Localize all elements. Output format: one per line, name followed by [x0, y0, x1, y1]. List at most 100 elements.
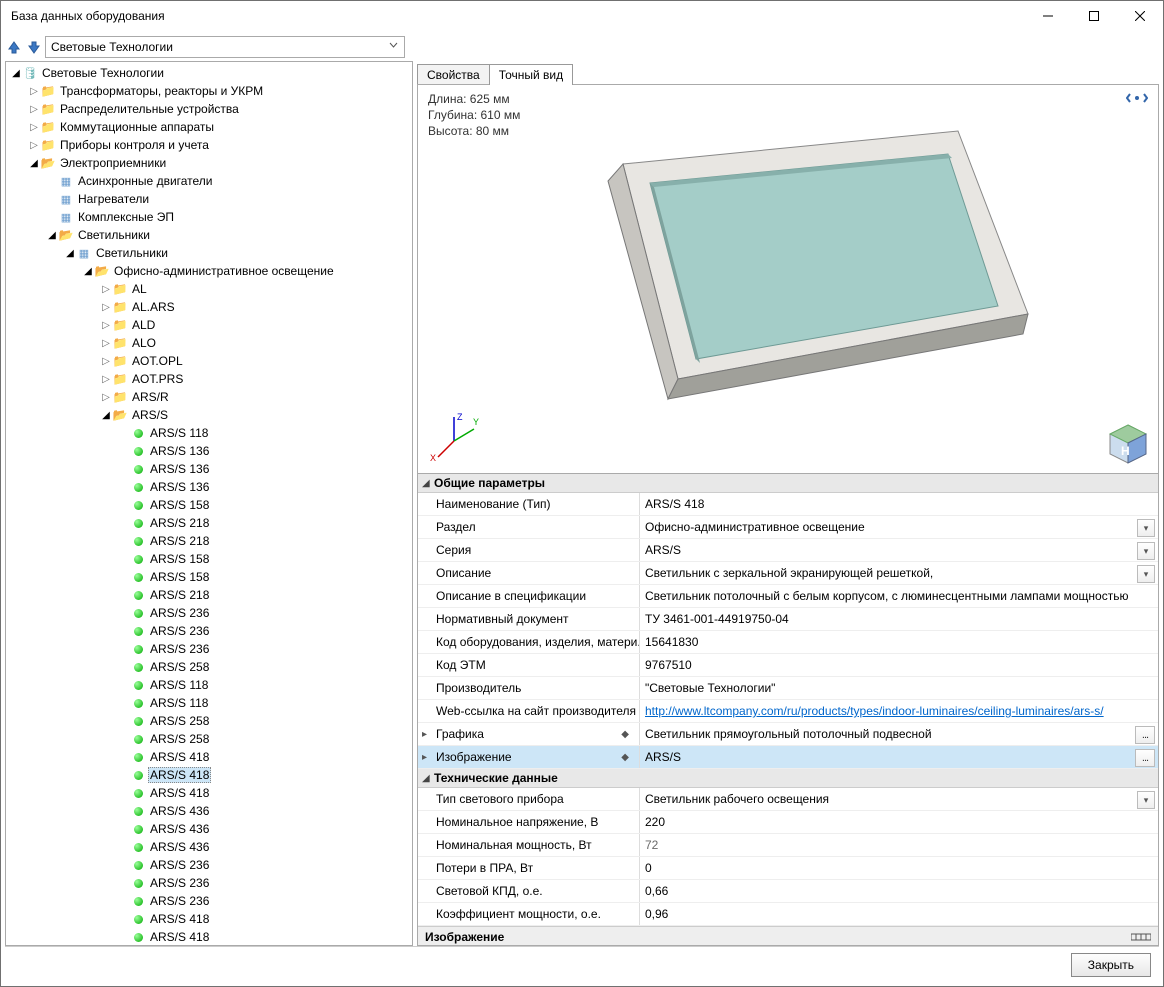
expand-icon[interactable]: ▷ [28, 140, 40, 151]
prop-val[interactable]: ТУ 3461-001-44919750-04 [640, 608, 1158, 630]
tree-folder-ep[interactable]: ◢📂Электроприемники [8, 154, 412, 172]
tree-series[interactable]: ▷📁AL.ARS [8, 298, 412, 316]
prop-row-norm[interactable]: Нормативный документ ТУ 3461-001-4491975… [418, 608, 1158, 631]
prop-val[interactable]: http://www.ltcompany.com/ru/products/typ… [640, 700, 1158, 722]
prop-row-power[interactable]: Номинальная мощность, Вт 72 [418, 834, 1158, 857]
prop-val[interactable]: Светильник прямоугольный потолочный подв… [640, 723, 1158, 745]
expand-icon[interactable]: ▸ [422, 729, 432, 740]
dropdown-icon[interactable]: ▾ [1137, 791, 1155, 809]
dropdown-icon[interactable]: ▾ [1137, 542, 1155, 560]
tree-item[interactable]: ARS/S 118 [8, 676, 412, 694]
expand-icon[interactable]: ▷ [28, 104, 40, 115]
prop-row-graphic[interactable]: ▸Графика◆ Светильник прямоугольный потол… [418, 723, 1158, 746]
expand-icon[interactable]: ▷ [100, 356, 112, 367]
collapse-icon[interactable]: ◢ [100, 410, 112, 421]
tree-item[interactable]: ARS/S 158 [8, 568, 412, 586]
tree-item[interactable]: ARS/S 218 [8, 586, 412, 604]
tree-item[interactable]: ARS/S 436 [8, 820, 412, 838]
nav-up-button[interactable] [5, 38, 23, 56]
3d-viewer[interactable]: Длина: 625 мм Глубина: 610 мм Высота: 80… [417, 84, 1159, 474]
prop-row-voltage[interactable]: Номинальное напряжение, В 220 [418, 811, 1158, 834]
tree-item[interactable]: ARS/S 258 [8, 730, 412, 748]
tree-series[interactable]: ▷📁AOT.OPL [8, 352, 412, 370]
close-button[interactable] [1117, 1, 1163, 31]
prop-row-spec[interactable]: Описание в спецификации Светильник потол… [418, 585, 1158, 608]
dropdown-icon[interactable]: ▾ [1137, 565, 1155, 583]
prop-row-desc[interactable]: Описание Светильник с зеркальной экранир… [418, 562, 1158, 585]
expand-icon[interactable]: ▷ [28, 122, 40, 133]
tree-item[interactable]: ARS/S 436 [8, 802, 412, 820]
tree-item[interactable]: ARS/S 418 [8, 766, 412, 784]
collapse-icon[interactable]: ◢ [10, 68, 22, 79]
tree-series[interactable]: ▷📁ALO [8, 334, 412, 352]
prop-val[interactable]: 9767510 [640, 654, 1158, 676]
prop-row-etm[interactable]: Код ЭТМ 9767510 [418, 654, 1158, 677]
prop-val[interactable]: Офисно-административное освещение▾ [640, 516, 1158, 538]
tree-table[interactable]: ▦Нагреватели [8, 190, 412, 208]
fit-view-icon[interactable] [1126, 91, 1148, 105]
nav-down-button[interactable] [25, 38, 43, 56]
prop-val[interactable]: 0,96 [640, 903, 1158, 925]
group-tech[interactable]: ◢ Технические данные [418, 769, 1158, 788]
dropdown-icon[interactable]: ▾ [1137, 519, 1155, 537]
prop-row-loss[interactable]: Потери в ПРА, Вт 0 [418, 857, 1158, 880]
collapse-icon[interactable]: ◢ [64, 248, 76, 259]
tree-item[interactable]: ARS/S 136 [8, 442, 412, 460]
tree-item[interactable]: ARS/S 436 [8, 838, 412, 856]
prop-val[interactable]: ARS/S 418 [640, 493, 1158, 515]
tree-item[interactable]: ARS/S 118 [8, 424, 412, 442]
tree-series[interactable]: ▷📁ARS/R [8, 388, 412, 406]
tree-item[interactable]: ARS/S 418 [8, 928, 412, 945]
web-link[interactable]: http://www.ltcompany.com/ru/products/typ… [645, 704, 1104, 718]
tree-series[interactable]: ▷📁ALD [8, 316, 412, 334]
tree-folder[interactable]: ▷📁Коммутационные аппараты [8, 118, 412, 136]
prop-row-light-type[interactable]: Тип светового прибора Светильник рабочег… [418, 788, 1158, 811]
view-cube[interactable]: Н [1106, 421, 1150, 465]
collapse-icon[interactable]: ◢ [46, 230, 58, 241]
tree-folder[interactable]: ▷📁Трансформаторы, реакторы и УКРМ [8, 82, 412, 100]
tree-folder[interactable]: ▷📁Распределительные устройства [8, 100, 412, 118]
expand-icon[interactable]: ▷ [100, 392, 112, 403]
minimize-button[interactable] [1025, 1, 1071, 31]
image-footer-header[interactable]: Изображение [418, 926, 1158, 946]
expand-icon[interactable]: ▸ [422, 752, 432, 763]
tree-item[interactable]: ARS/S 236 [8, 856, 412, 874]
prop-row-series[interactable]: Серия ARS/S▾ [418, 539, 1158, 562]
prop-row-web[interactable]: Web-ссылка на сайт производителя http://… [418, 700, 1158, 723]
prop-row-manufacturer[interactable]: Производитель "Световые Технологии" [418, 677, 1158, 700]
tree-folder-office[interactable]: ◢📂Офисно-административное освещение [8, 262, 412, 280]
tree-item[interactable]: ARS/S 158 [8, 496, 412, 514]
prop-val[interactable]: Светильник с зеркальной экранирующей реш… [640, 562, 1158, 584]
tree-item[interactable]: ARS/S 218 [8, 532, 412, 550]
expand-icon[interactable]: ▷ [100, 374, 112, 385]
tree-item[interactable]: ARS/S 418 [8, 784, 412, 802]
tree-series[interactable]: ▷📁AL [8, 280, 412, 298]
tree-root-db[interactable]: ◢🛢Световые Технологии [8, 64, 412, 82]
prop-row-image[interactable]: ▸Изображение◆ ARS/S... [418, 746, 1158, 769]
tree-item[interactable]: ARS/S 418 [8, 748, 412, 766]
group-general[interactable]: ◢ Общие параметры [418, 474, 1158, 493]
property-grid[interactable]: ◢ Общие параметры Наименование (Тип) ARS… [417, 474, 1159, 946]
tree-item[interactable]: ARS/S 236 [8, 892, 412, 910]
prop-val[interactable]: "Световые Технологии" [640, 677, 1158, 699]
tree-series-open[interactable]: ◢📂ARS/S [8, 406, 412, 424]
prop-val[interactable]: ARS/S... [640, 746, 1158, 768]
tree-scroll[interactable]: ◢🛢Световые Технологии▷📁Трансформаторы, р… [6, 62, 412, 945]
prop-row-name[interactable]: Наименование (Тип) ARS/S 418 [418, 493, 1158, 516]
tree-table-lights[interactable]: ◢▦Светильники [8, 244, 412, 262]
tree-item[interactable]: ARS/S 218 [8, 514, 412, 532]
collapse-icon[interactable]: ◢ [82, 266, 94, 277]
ellipsis-button[interactable]: ... [1135, 749, 1155, 767]
tree-item[interactable]: ARS/S 136 [8, 460, 412, 478]
tree-item[interactable]: ARS/S 158 [8, 550, 412, 568]
tree-item[interactable]: ARS/S 236 [8, 622, 412, 640]
tree-item[interactable]: ARS/S 418 [8, 910, 412, 928]
tree-item[interactable]: ARS/S 136 [8, 478, 412, 496]
prop-val[interactable]: Светильник рабочего освещения▾ [640, 788, 1158, 810]
close-dialog-button[interactable]: Закрыть [1071, 953, 1151, 977]
tab-exact-view[interactable]: Точный вид [489, 64, 573, 85]
tree-folder[interactable]: ▷📁Приборы контроля и учета [8, 136, 412, 154]
tab-properties[interactable]: Свойства [417, 64, 490, 85]
expand-icon[interactable]: ▷ [28, 86, 40, 97]
tree-item[interactable]: ARS/S 236 [8, 640, 412, 658]
